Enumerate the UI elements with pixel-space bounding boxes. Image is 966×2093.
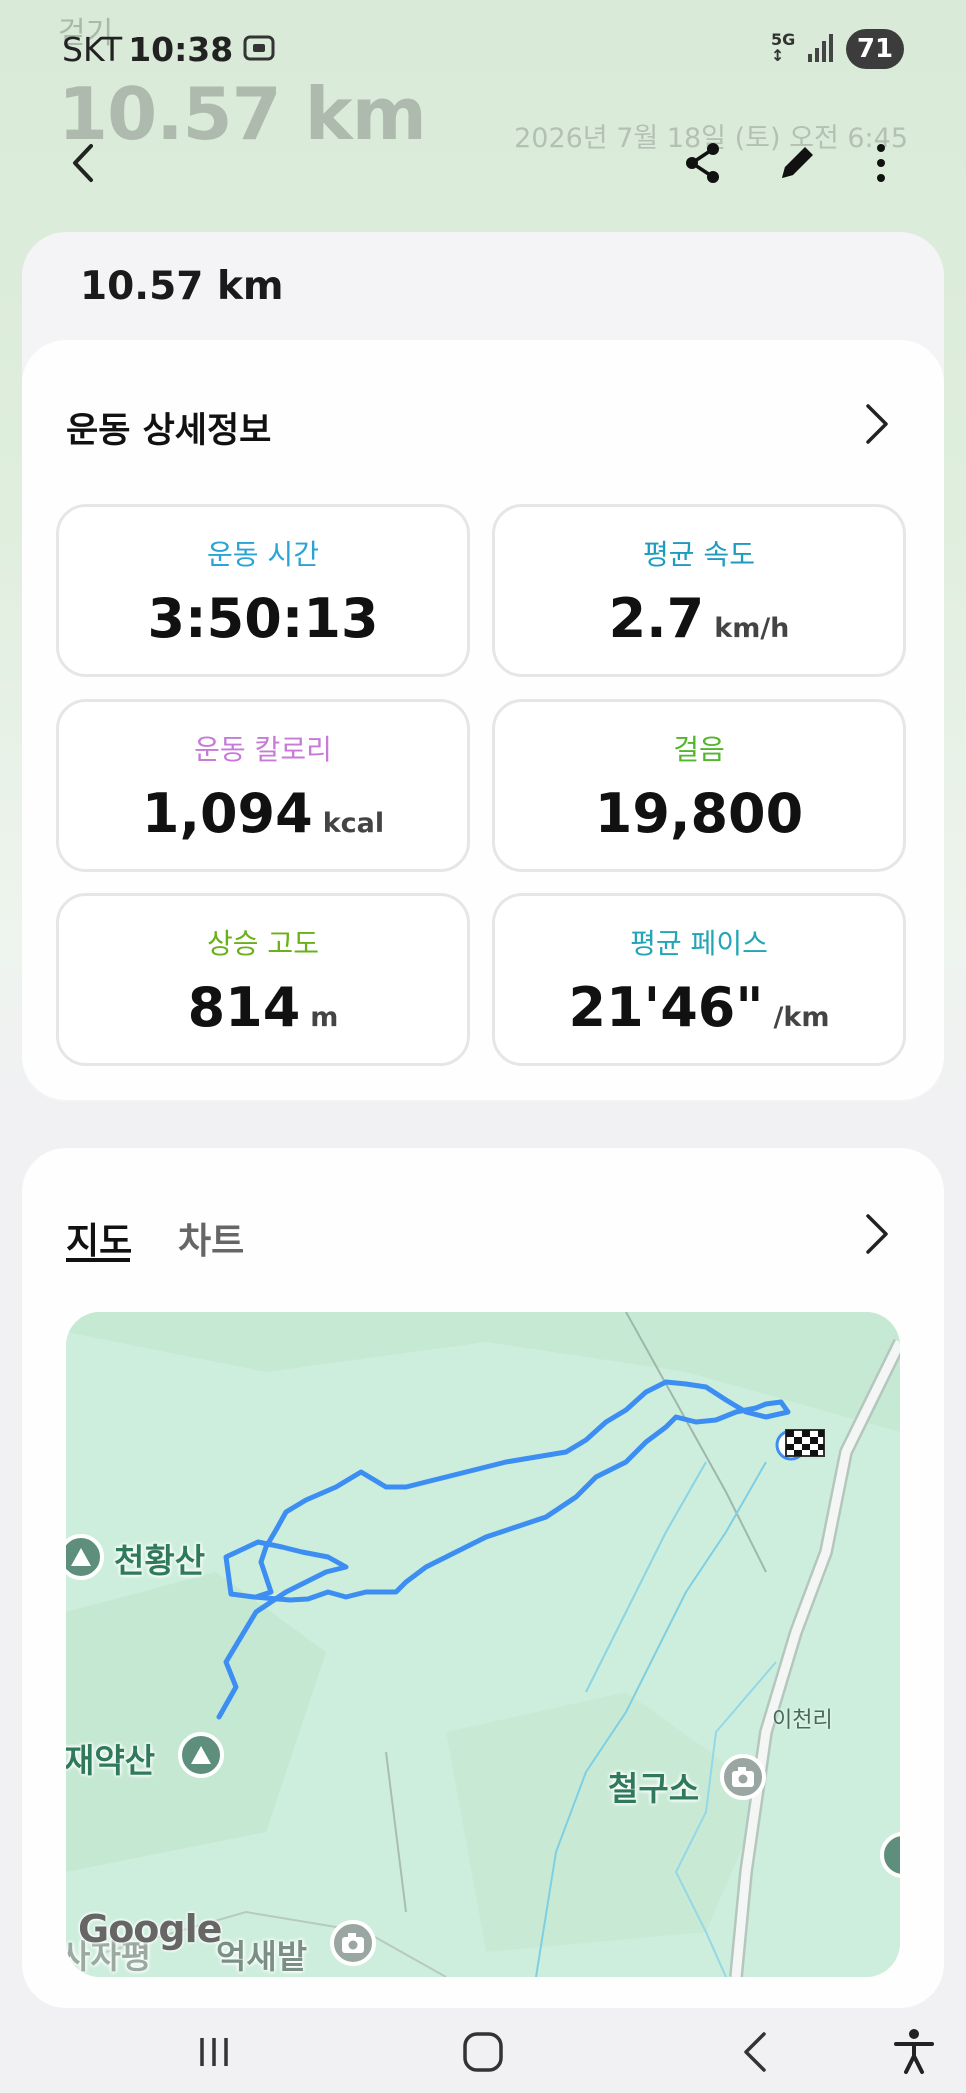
edit-pencil-icon[interactable]	[772, 138, 822, 188]
accessibility-icon[interactable]	[886, 2024, 942, 2080]
more-options-icon[interactable]	[856, 138, 906, 188]
stat-tile-steps: 걸음 19,800	[492, 699, 906, 872]
chevron-right-icon[interactable]	[856, 400, 896, 448]
tile-value: 2.7 km/h	[608, 587, 790, 650]
tile-label: 평균 페이스	[630, 927, 768, 960]
share-icon[interactable]	[678, 138, 728, 188]
mountain-pin-icon[interactable]	[178, 1732, 224, 1778]
tab-chart[interactable]: 차트	[178, 1212, 244, 1264]
tile-value: 814 m	[187, 976, 339, 1039]
google-logo: Google	[78, 1907, 222, 1951]
poi-cheonhwangsan[interactable]: 천황산	[114, 1534, 205, 1582]
stat-tile-calories: 운동 칼로리 1,094 kcal	[56, 699, 470, 872]
tile-unit: km/h	[714, 613, 790, 644]
screenshot-icon	[243, 35, 275, 61]
tile-value: 21'46"/km	[568, 976, 830, 1039]
camera-pin-icon[interactable]	[720, 1754, 766, 1800]
tile-unit: kcal	[322, 808, 385, 839]
tile-value: 19,800	[594, 782, 804, 845]
poi-cheolguso[interactable]: 철구소	[608, 1762, 699, 1810]
back-arrow-icon[interactable]	[60, 138, 110, 188]
summary-distance: 10.57 km	[80, 264, 284, 309]
tab-map-underline	[66, 1258, 130, 1262]
tile-value: 1,094 kcal	[141, 782, 385, 845]
route-track	[216, 1379, 791, 1720]
tile-label: 상승 고도	[207, 927, 319, 960]
clock: 10:38	[128, 30, 234, 69]
tile-label: 걸음	[673, 733, 725, 766]
carrier-name: SKT	[62, 30, 123, 69]
status-carrier: SKT 10:38	[62, 30, 233, 69]
tile-label: 운동 시간	[207, 538, 319, 571]
tile-unit: m	[310, 1002, 339, 1033]
poi-eoksaebat[interactable]: 억새밭	[216, 1930, 307, 1977]
poi-jaeyaksan[interactable]: 재약산	[66, 1734, 155, 1782]
status-bar: SKT 10:38 5G ↕ 71	[0, 0, 966, 100]
place-icheonri: 이천리	[772, 1708, 833, 1733]
camera-pin-icon[interactable]	[330, 1920, 376, 1966]
system-nav-bar	[0, 2008, 966, 2093]
mountain-pin-icon[interactable]	[66, 1534, 104, 1580]
tab-map[interactable]: 지도	[66, 1212, 132, 1264]
chevron-right-icon[interactable]	[856, 1210, 896, 1258]
stat-tile-duration: 운동 시간 3:50:13	[56, 504, 470, 677]
signal-icon	[808, 34, 833, 62]
stat-tile-avg-speed: 평균 속도 2.7 km/h	[492, 504, 906, 677]
battery-icon: 71	[846, 29, 904, 69]
app-bar	[0, 120, 966, 210]
finish-flag-icon	[785, 1429, 825, 1457]
stat-tile-elevation-gain: 상승 고도 814 m	[56, 893, 470, 1066]
tile-unit: /km	[773, 1002, 830, 1033]
workout-details-title: 운동 상세정보	[66, 411, 272, 451]
tile-label: 운동 칼로리	[194, 733, 332, 766]
tile-value: 3:50:13	[147, 587, 379, 650]
network-5g-icon: 5G ↕	[771, 30, 796, 65]
back-nav-icon[interactable]	[728, 2024, 784, 2080]
recent-apps-icon[interactable]	[186, 2024, 242, 2080]
home-icon[interactable]	[455, 2024, 511, 2080]
tile-label: 평균 속도	[643, 538, 755, 571]
stat-tile-avg-pace: 평균 페이스 21'46"/km	[492, 893, 906, 1066]
route-map[interactable]: 0 천황산 재약산 철구소 이천리 억새밭 사자평 Google	[66, 1312, 900, 1977]
